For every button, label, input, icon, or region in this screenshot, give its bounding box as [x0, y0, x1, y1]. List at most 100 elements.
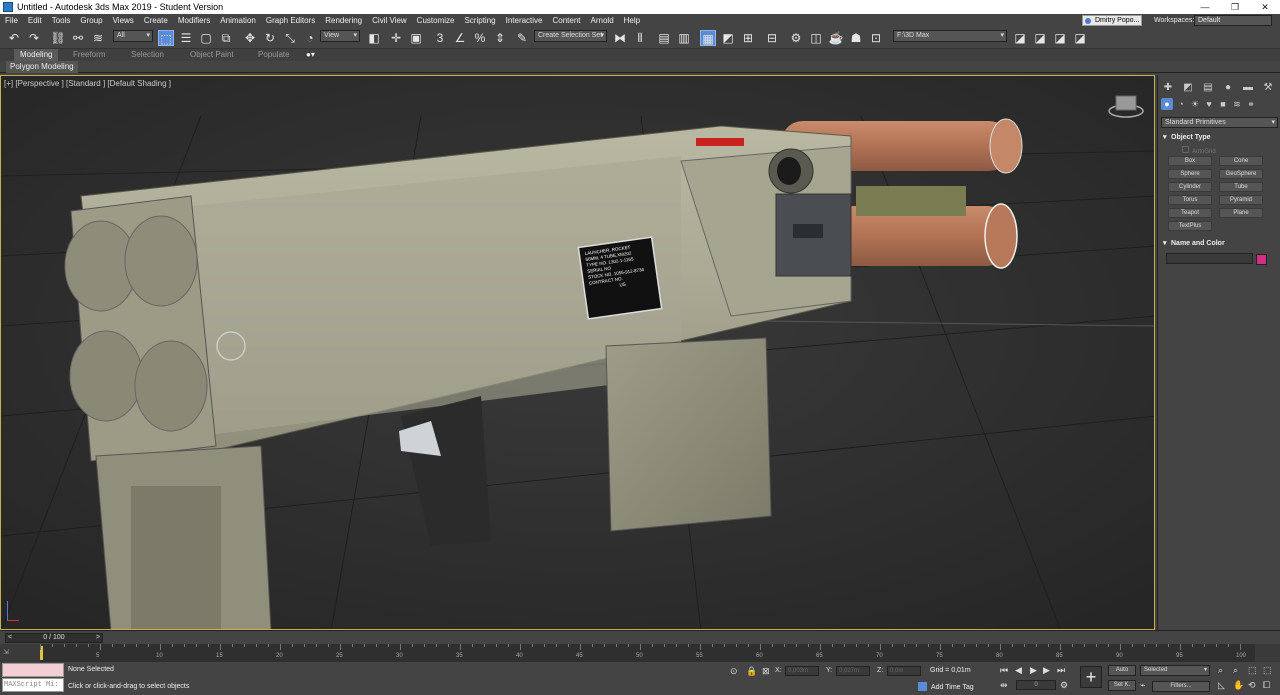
select-by-name-icon[interactable]: ☰ [178, 30, 194, 46]
menu-customize[interactable]: Customize [412, 16, 460, 25]
maxscript-mini-listener[interactable]: MAXScript Mi: [2, 678, 64, 692]
geometry-icon[interactable]: ● [1161, 98, 1173, 110]
unlink-icon[interactable]: ⚯ [70, 30, 86, 46]
isolate-selection-icon[interactable]: ⊙ [730, 666, 738, 677]
selection-lock-icon[interactable]: 🔒 [746, 666, 757, 677]
time-next-button[interactable]: > [96, 634, 100, 642]
cylinder-button[interactable]: Cylinder [1168, 182, 1212, 192]
primitive-type-dropdown[interactable]: Standard Primitives [1161, 117, 1278, 128]
play-icon[interactable]: ▶ [1030, 665, 1037, 676]
window-crossing-icon[interactable]: ⧉ [218, 30, 234, 46]
key-filter-selection-dropdown[interactable]: Selected [1140, 665, 1210, 676]
render-iterative-icon[interactable]: ☗ [848, 30, 864, 46]
torus-button[interactable]: Torus [1168, 195, 1212, 205]
teapot-button[interactable]: Teapot [1168, 208, 1212, 218]
save-folder-icon[interactable]: ◪ [1052, 30, 1068, 46]
field-of-view-icon[interactable]: ◺ [1218, 680, 1225, 691]
schematic-view-icon[interactable]: ⊞ [740, 30, 756, 46]
menu-create[interactable]: Create [139, 16, 173, 25]
motion-tab-icon[interactable]: ● [1221, 81, 1235, 95]
angle-snap-icon[interactable]: ∠ [452, 30, 468, 46]
shapes-icon[interactable]: ◔ [1175, 98, 1187, 110]
scene-explorer-icon[interactable]: ▤ [656, 30, 672, 46]
y-coordinate-field[interactable]: 0,027m [836, 666, 870, 676]
align-icon[interactable]: ⫴ [632, 30, 648, 46]
edit-named-selection-icon[interactable]: ✎ [514, 30, 530, 46]
ribbon-tab-modeling[interactable]: Modeling [14, 49, 59, 61]
pan-view-icon[interactable]: ✋ [1233, 680, 1244, 691]
helpers-icon[interactable]: ■ [1217, 98, 1229, 110]
absolute-mode-icon[interactable]: ⊠ [762, 666, 770, 677]
select-manipulate-icon[interactable]: ✛ [388, 30, 404, 46]
select-object-icon[interactable]: ⬚ [158, 30, 174, 46]
menu-group[interactable]: Group [75, 16, 107, 25]
menu-civil-view[interactable]: Civil View [367, 16, 412, 25]
ribbon-options-icon[interactable]: ●▾ [306, 49, 315, 61]
display-tab-icon[interactable]: ▬ [1241, 81, 1255, 95]
menu-content[interactable]: Content [548, 16, 586, 25]
workspace-dropdown[interactable]: Default [1194, 15, 1272, 26]
maxscript-listener-output[interactable] [2, 663, 64, 677]
menu-rendering[interactable]: Rendering [320, 16, 367, 25]
textplus-button[interactable]: TextPlus [1168, 221, 1212, 231]
default-in-out-tangent-icon[interactable]: ⌁ [1140, 680, 1145, 691]
pivot-center-icon[interactable]: ◧ [366, 30, 382, 46]
restore-button[interactable]: ❐ [1220, 0, 1250, 14]
rectangular-selection-icon[interactable]: ▢ [198, 30, 214, 46]
toggle-ribbon-icon[interactable]: ▦ [700, 30, 716, 46]
plane-button[interactable]: Plane [1219, 208, 1263, 218]
menu-help[interactable]: Help [619, 16, 645, 25]
ribbon-tab-selection[interactable]: Selection [131, 49, 164, 61]
percent-snap-icon[interactable]: % [472, 30, 488, 46]
spinner-snap-icon[interactable]: ⇕ [492, 30, 508, 46]
menu-arnold[interactable]: Arnold [586, 16, 619, 25]
open-folder-icon[interactable]: ◪ [1032, 30, 1048, 46]
scale-icon[interactable]: ⤡ [282, 30, 298, 46]
add-time-tag-button[interactable]: Add Time Tag [918, 682, 974, 691]
x-coordinate-field[interactable]: 0,003m [785, 666, 819, 676]
object-type-header[interactable]: Object Type [1161, 133, 1278, 143]
project-folder-icon[interactable]: ◪ [1012, 30, 1028, 46]
object-color-swatch[interactable] [1256, 254, 1267, 265]
name-color-header[interactable]: Name and Color [1161, 239, 1278, 249]
named-selection-set-dropdown[interactable]: Create Selection Set [534, 30, 607, 42]
menu-edit[interactable]: Edit [23, 16, 47, 25]
time-slider[interactable]: < 0 / 100 > [5, 633, 103, 643]
go-to-end-icon[interactable]: ⏭ [1057, 665, 1065, 676]
z-coordinate-field[interactable]: 0,0m [887, 666, 921, 676]
curve-editor-mini-icon[interactable]: ⇲ [3, 648, 9, 656]
space-warps-icon[interactable]: ≋ [1231, 98, 1243, 110]
menu-interactive[interactable]: Interactive [501, 16, 548, 25]
set-key-button[interactable]: Set K. [1108, 680, 1136, 691]
time-prev-button[interactable]: < [8, 634, 12, 642]
selection-filter-dropdown[interactable]: All [113, 30, 153, 42]
user-account-dropdown[interactable]: Dmitry Popo... [1082, 15, 1142, 26]
menu-modifiers[interactable]: Modifiers [173, 16, 215, 25]
move-icon[interactable]: ✥ [242, 30, 258, 46]
time-configuration-icon[interactable]: ⚙ [1060, 680, 1068, 691]
mirror-icon[interactable]: ⧓ [612, 30, 628, 46]
next-frame-icon[interactable]: ▶ [1043, 665, 1050, 676]
redo-icon[interactable]: ↷ [26, 30, 42, 46]
lights-icon[interactable]: ☀ [1189, 98, 1201, 110]
undo-icon[interactable]: ↶ [6, 30, 22, 46]
go-to-start-icon[interactable]: ⏮ [1000, 665, 1008, 676]
modify-tab-icon[interactable]: ◩ [1181, 81, 1195, 95]
ribbon-tab-freeform[interactable]: Freeform [73, 49, 105, 61]
ribbon-tab-object-paint[interactable]: Object Paint [190, 49, 234, 61]
set-key-big-icon[interactable]: + [1080, 666, 1102, 688]
name-color-rollout[interactable]: Name and Color [1161, 239, 1278, 249]
menu-file[interactable]: File [0, 16, 23, 25]
rotate-icon[interactable]: ↻ [262, 30, 278, 46]
object-type-rollout[interactable]: Object Type [1161, 133, 1278, 143]
rendered-frame-window-icon[interactable]: ◫ [808, 30, 824, 46]
current-frame-field[interactable]: 0 [1016, 680, 1056, 690]
layer-explorer-icon[interactable]: ▥ [676, 30, 692, 46]
box-button[interactable]: Box [1168, 156, 1212, 166]
link-icon[interactable]: ⛓ [50, 30, 66, 46]
keyboard-shortcut-override-icon[interactable]: ▣ [408, 30, 424, 46]
auto-key-button[interactable]: Auto [1108, 665, 1136, 676]
tube-button[interactable]: Tube [1219, 182, 1263, 192]
zoom-icon[interactable]: ⌕ [1218, 665, 1223, 676]
close-button[interactable]: ✕ [1250, 0, 1280, 14]
